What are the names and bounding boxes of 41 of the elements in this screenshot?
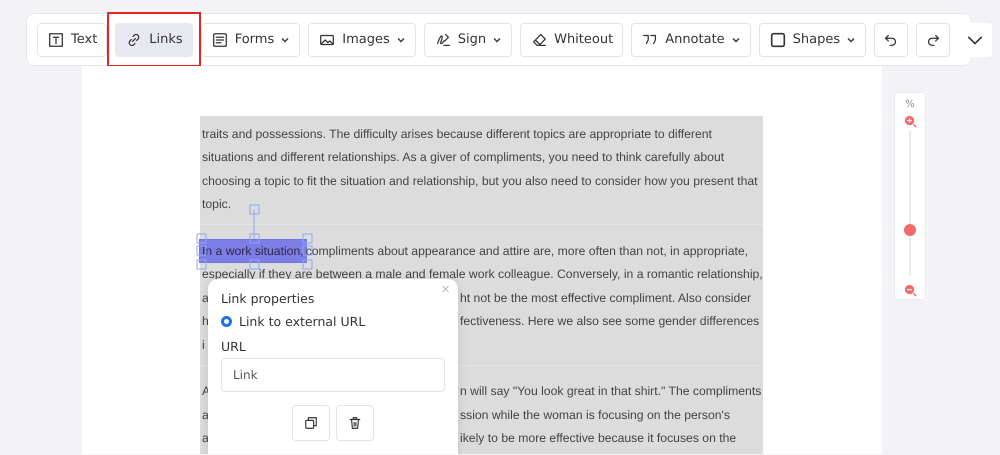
square-icon xyxy=(768,30,787,48)
delete-button[interactable] xyxy=(336,405,374,441)
popup-title: Link properties xyxy=(221,291,316,306)
zoom-in-icon[interactable] xyxy=(904,115,916,128)
copy-icon xyxy=(304,416,318,430)
text-line: situations and different relationships. As a giver of compliments, you need to think carefully about xyxy=(202,150,724,164)
text-line: ikely to be more effective because it focuses on the xyxy=(460,431,736,446)
tool-button[interactable]: Shapes xyxy=(758,22,866,56)
text-fragment: a xyxy=(202,290,209,305)
redo-button[interactable] xyxy=(916,22,950,56)
text-line: choosing a topic to fit the situation and relationship, but you also need to consider how you present that xyxy=(202,174,758,188)
text-fragment: a xyxy=(202,408,209,422)
form-icon xyxy=(210,30,229,48)
trash-icon xyxy=(348,416,362,430)
text-box-icon xyxy=(47,30,65,48)
duplicate-button[interactable] xyxy=(292,405,330,441)
text-line: ssion while the woman is focusing on the person's xyxy=(460,408,730,422)
text-fragment: a xyxy=(202,431,209,446)
slider-thumb[interactable] xyxy=(904,224,916,236)
text-line: ht not be the most effective compliment. Also consider xyxy=(460,290,752,305)
tool-button[interactable]: Forms xyxy=(200,22,300,56)
text-line: traits and possessions. The difficulty arises because different topics are appropriate to different xyxy=(202,126,712,141)
text-line: especially if they are between a male and female work colleague. Conversely, in a romantic relationship, xyxy=(202,267,763,282)
radio-label: Link to external URL xyxy=(239,314,366,329)
tool-button[interactable]: Whiteout xyxy=(520,22,624,56)
text-line: n will say "You look great in that shirt." The compliments xyxy=(460,384,762,398)
tool-button[interactable]: Images xyxy=(308,22,416,56)
url-input-field[interactable]: Link xyxy=(221,358,445,392)
tool-button[interactable]: Text xyxy=(37,22,108,56)
tool-button[interactable]: Annotate xyxy=(631,22,751,56)
text-line: fectiveness. Here we also see some gender differences xyxy=(460,314,760,328)
text-fragment: i xyxy=(202,338,205,352)
zoom-label: % xyxy=(905,99,915,110)
zoom-out-icon[interactable] xyxy=(904,284,916,297)
undo-button[interactable] xyxy=(874,22,908,56)
tool-button[interactable]: Links xyxy=(115,22,193,56)
radio-button[interactable] xyxy=(221,316,232,327)
text-fragment: h xyxy=(202,314,209,328)
tool-button[interactable]: Sign xyxy=(424,22,512,56)
text-line: topic. xyxy=(202,197,232,212)
field-label: URL xyxy=(221,339,247,354)
